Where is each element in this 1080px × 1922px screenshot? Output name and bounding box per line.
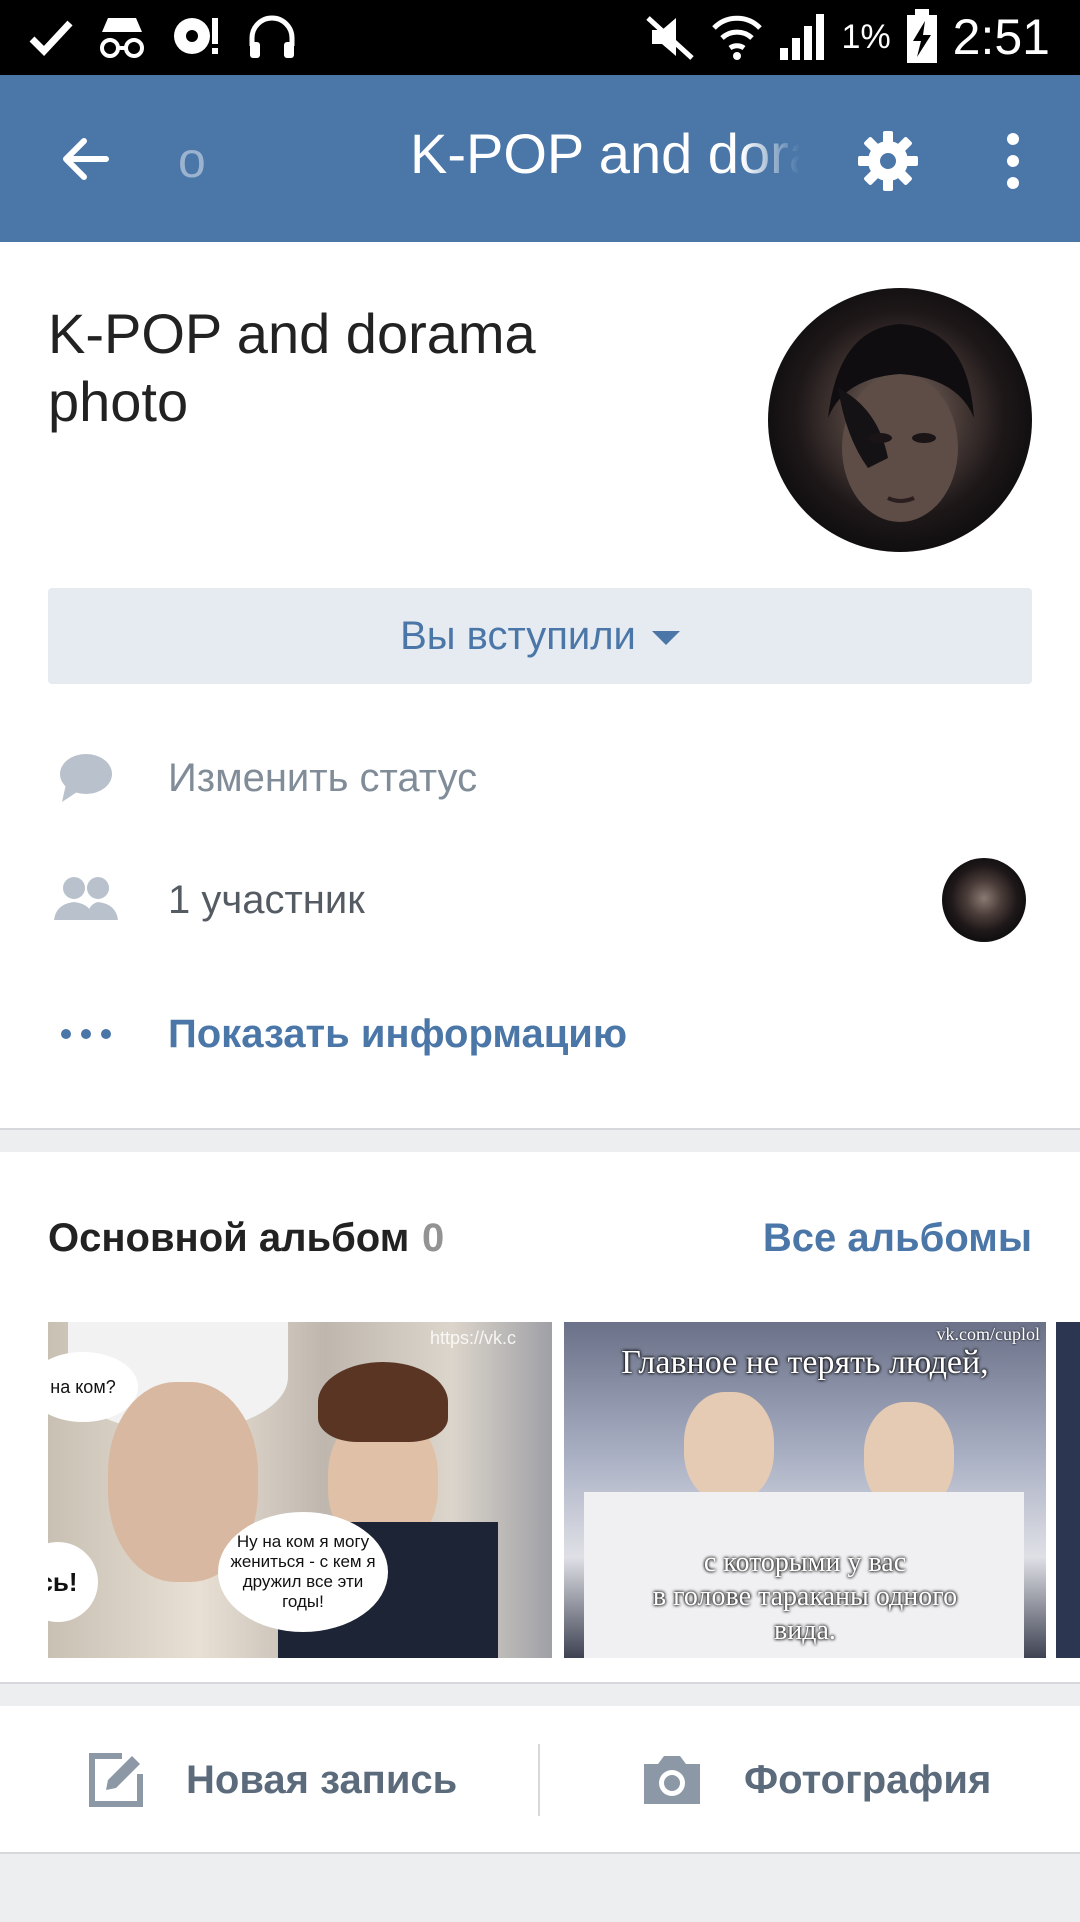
photo-label: Фотография — [744, 1757, 992, 1802]
toolbar-title: K-POP and dorama photo — [410, 122, 800, 185]
mute-icon — [645, 16, 694, 60]
battery-charging-icon — [906, 9, 937, 63]
clock: 2:51 — [952, 9, 1050, 65]
all-albums-link[interactable]: Все альбомы — [763, 1216, 1032, 1261]
wifi-icon — [711, 15, 762, 60]
media-icon — [174, 18, 218, 54]
actions-divider — [538, 1744, 540, 1816]
status-bar: 1% 2:51 — [0, 0, 1080, 75]
more-vert-icon[interactable] — [998, 129, 1028, 193]
toolbar-ghost-text: o — [178, 132, 206, 188]
group-avatar[interactable] — [768, 288, 1032, 552]
notification-icons — [28, 14, 298, 60]
face-shape-left — [684, 1392, 774, 1502]
photo-caption-bottom: с которыми у вас в голове тараканы одног… — [652, 1547, 958, 1646]
album-photo-2[interactable]: vk.com/cuplol Главное не терять людей, с… — [564, 1322, 1046, 1658]
member-avatar[interactable] — [942, 858, 1026, 942]
joined-button[interactable]: Вы вступили — [48, 588, 1032, 684]
members-row[interactable]: 1 участник — [0, 852, 1080, 948]
members-count: 1 участник — [168, 877, 365, 922]
battery-percent: 1% — [841, 17, 891, 56]
system-icons: 1% 2:51 — [644, 8, 1050, 66]
section-separator — [0, 1682, 1080, 1706]
caret-down-icon — [651, 631, 680, 645]
album-count: 0 — [422, 1216, 445, 1260]
section-separator — [0, 1128, 1080, 1152]
camera-icon — [644, 1756, 700, 1804]
app-toolbar: o K-POP and dorama photo — [0, 75, 1080, 242]
check-icon — [29, 20, 73, 57]
edit-icon — [89, 1753, 143, 1807]
album-photo-3-partial[interactable] — [1056, 1322, 1080, 1658]
back-arrow-icon[interactable] — [56, 129, 116, 189]
show-info-link: Показать информацию — [168, 1011, 628, 1056]
feed-separator — [0, 1852, 1080, 1922]
hair-shape — [318, 1362, 448, 1442]
change-status-row[interactable]: Изменить статус — [0, 730, 1080, 826]
group-name: K-POP and dorama photo — [48, 302, 536, 433]
post-actions-bar: Новая запись Фотография — [0, 1708, 1080, 1852]
comment-icon — [60, 754, 112, 802]
signal-icon — [779, 14, 824, 60]
album-title: Основной альбом — [48, 1216, 410, 1260]
new-post-button[interactable]: Новая запись — [86, 1708, 457, 1852]
members-icon — [54, 877, 118, 920]
headphones-icon — [249, 15, 295, 58]
incognito-icon — [100, 18, 144, 58]
album-photo-1[interactable]: https://vk.c на ком? сь! Ну на ком я мог… — [48, 1322, 552, 1658]
photo-watermark: vk.com/cuplol — [936, 1324, 1040, 1344]
gear-icon[interactable] — [856, 129, 920, 193]
more-horiz-icon — [61, 1029, 111, 1039]
photo-button[interactable]: Фотография — [640, 1708, 991, 1852]
avatar-portrait — [828, 324, 974, 522]
speech-bubble-left: сь! — [48, 1542, 98, 1622]
change-status-label: Изменить статус — [168, 755, 478, 800]
speech-bubble-main: Ну на ком я могу жениться - с кем я друж… — [218, 1512, 388, 1632]
photo-caption-top: Главное не терять людей, — [621, 1344, 989, 1381]
photo-watermark: https://vk.c — [429, 1328, 516, 1348]
show-info-row[interactable]: Показать информацию — [0, 986, 1080, 1082]
new-post-label: Новая запись — [186, 1757, 458, 1802]
joined-button-label: Вы вступили — [400, 613, 636, 658]
